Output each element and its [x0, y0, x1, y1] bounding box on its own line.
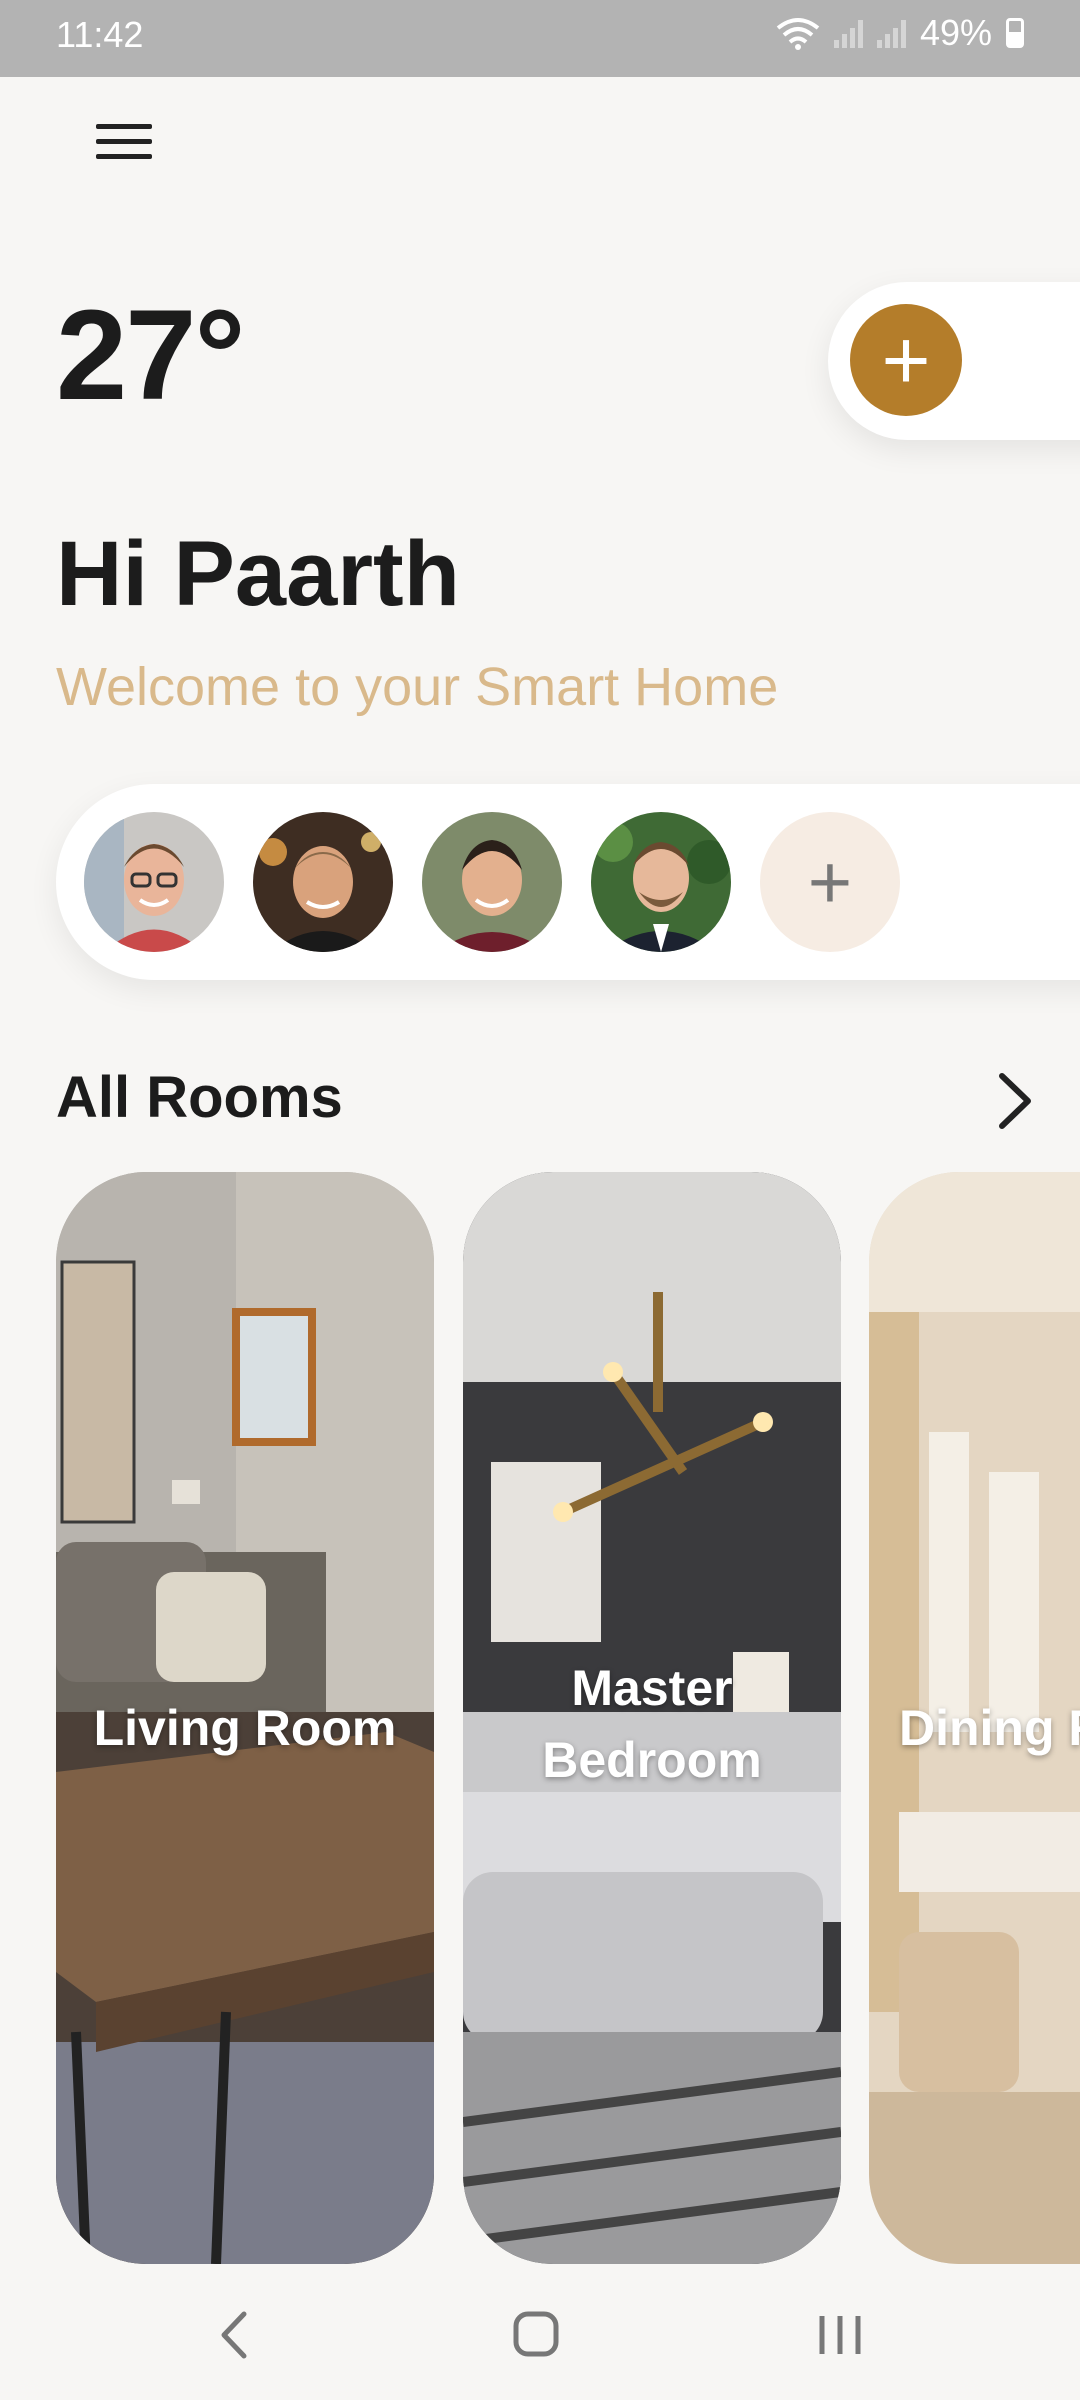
- status-bar: 11:42 49%: [0, 0, 1080, 77]
- menu-button[interactable]: [96, 124, 152, 168]
- system-nav-bar: [0, 2270, 1080, 2400]
- menu-icon-line: [96, 154, 152, 159]
- battery-percent: 49%: [919, 12, 992, 53]
- status-indicators: 49%: [776, 12, 1024, 54]
- home-icon: [513, 2311, 559, 2357]
- signal-icon-2: [876, 18, 906, 48]
- nav-home-button[interactable]: [496, 2300, 576, 2370]
- nav-recents-button[interactable]: [800, 2300, 880, 2370]
- menu-icon-line: [96, 139, 152, 144]
- menu-icon-line: [96, 124, 152, 129]
- section-title-all-rooms: All Rooms: [56, 1065, 343, 1130]
- plus-icon: +: [807, 839, 853, 925]
- member-avatar-2[interactable]: [253, 812, 393, 952]
- status-time: 11:42: [56, 14, 144, 55]
- room-label-line1: Master: [571, 1660, 733, 1716]
- recents-icon: [819, 2316, 861, 2354]
- signal-icon: [833, 18, 863, 48]
- member-avatar-1[interactable]: [84, 812, 224, 952]
- room-label-living-room: Living Room: [93, 1700, 397, 1756]
- wifi-icon: [776, 18, 820, 50]
- add-device-button[interactable]: +: [850, 304, 962, 416]
- all-rooms-arrow-button[interactable]: [984, 1068, 1044, 1134]
- plus-icon: +: [881, 313, 931, 407]
- room-card-dining-room[interactable]: Dining Room: [869, 1172, 1080, 2264]
- temperature-reading: 27°: [56, 284, 246, 427]
- greeting-title: Hi Paarth: [56, 523, 460, 625]
- room-label-dining-room: Dining Room: [899, 1700, 1080, 1756]
- member-avatar-4[interactable]: [591, 812, 731, 952]
- room-label-master-bedroom: Master Bedroom: [463, 1652, 841, 1796]
- chevron-right-icon: [999, 1073, 1031, 1129]
- room-label-line2: Bedroom: [542, 1732, 762, 1788]
- room-card-living-room[interactable]: Living Room: [56, 1172, 434, 2264]
- member-avatar-3[interactable]: [422, 812, 562, 952]
- back-icon: [221, 2311, 247, 2359]
- battery-icon: [1006, 18, 1024, 48]
- add-member-button[interactable]: +: [760, 812, 900, 952]
- room-card-master-bedroom[interactable]: Master Bedroom: [463, 1172, 841, 2264]
- nav-back-button[interactable]: [196, 2300, 276, 2370]
- greeting-subtitle: Welcome to your Smart Home: [56, 657, 779, 717]
